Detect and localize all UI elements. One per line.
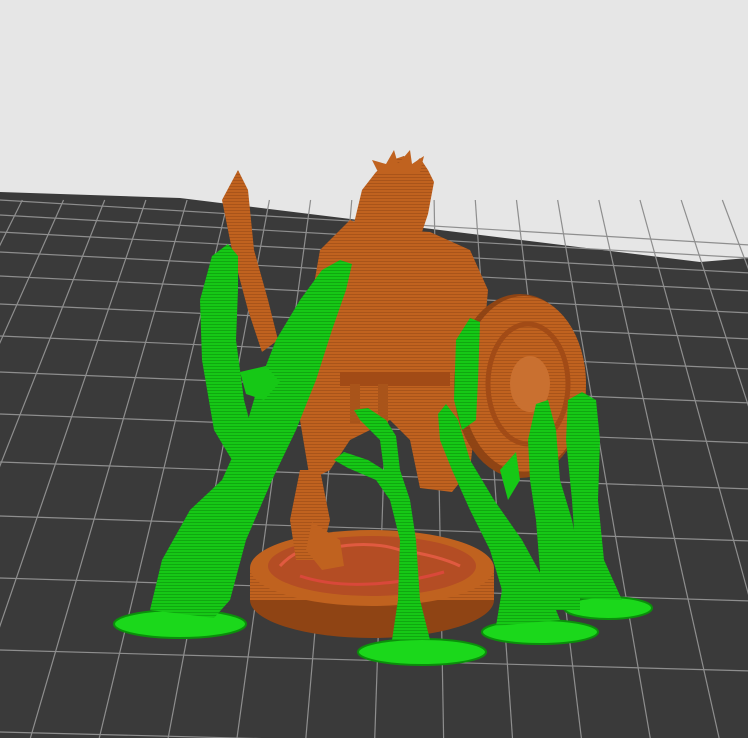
scene-canvas[interactable] xyxy=(0,0,748,738)
model-base xyxy=(250,530,494,638)
3d-viewport[interactable] xyxy=(0,0,748,738)
